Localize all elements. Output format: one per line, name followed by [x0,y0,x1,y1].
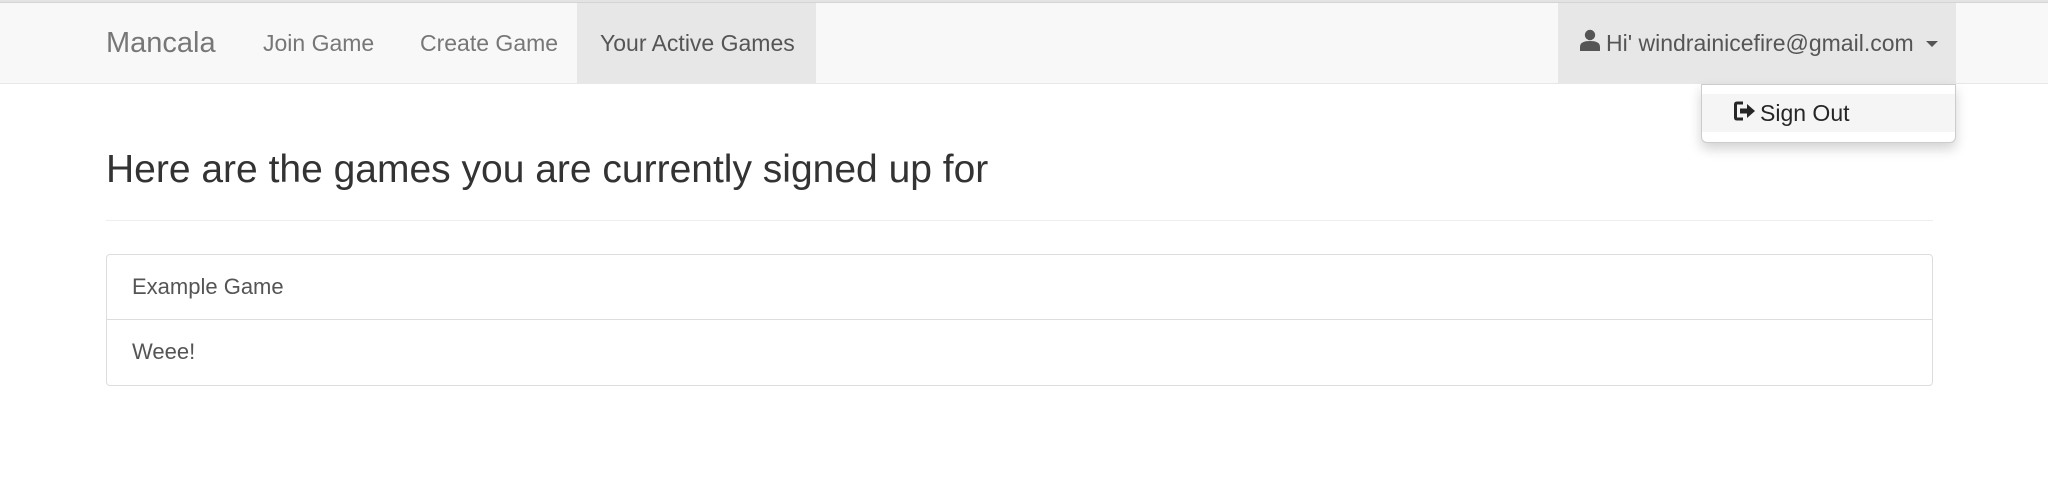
nav-your-active-games[interactable]: Your Active Games [577,3,816,83]
nav-join-game[interactable]: Join Game [263,3,374,83]
caret-down-icon [1925,40,1938,47]
nav-create-game[interactable]: Create Game [420,3,558,83]
list-item[interactable]: Example Game [107,255,1932,320]
user-greeting: Hi' windrainicefire@gmail.com [1606,30,1914,56]
page-title: Here are the games you are currently sig… [106,148,989,191]
games-list: Example Game Weee! [106,254,1933,386]
sign-out-menu-item[interactable]: Sign Out [1702,94,1955,132]
sign-out-icon [1734,94,1756,132]
user-dropdown-menu: Sign Out [1701,84,1956,143]
brand-link[interactable]: Mancala [106,3,216,83]
navbar: Mancala Join Game Create Game Your Activ… [0,3,2048,84]
user-icon [1580,3,1600,83]
sign-out-label: Sign Out [1760,100,1850,126]
page-header: Here are the games you are currently sig… [106,140,1933,221]
user-menu-toggle[interactable]: Hi' windrainicefire@gmail.com [1558,3,1956,83]
list-item[interactable]: Weee! [107,320,1932,385]
